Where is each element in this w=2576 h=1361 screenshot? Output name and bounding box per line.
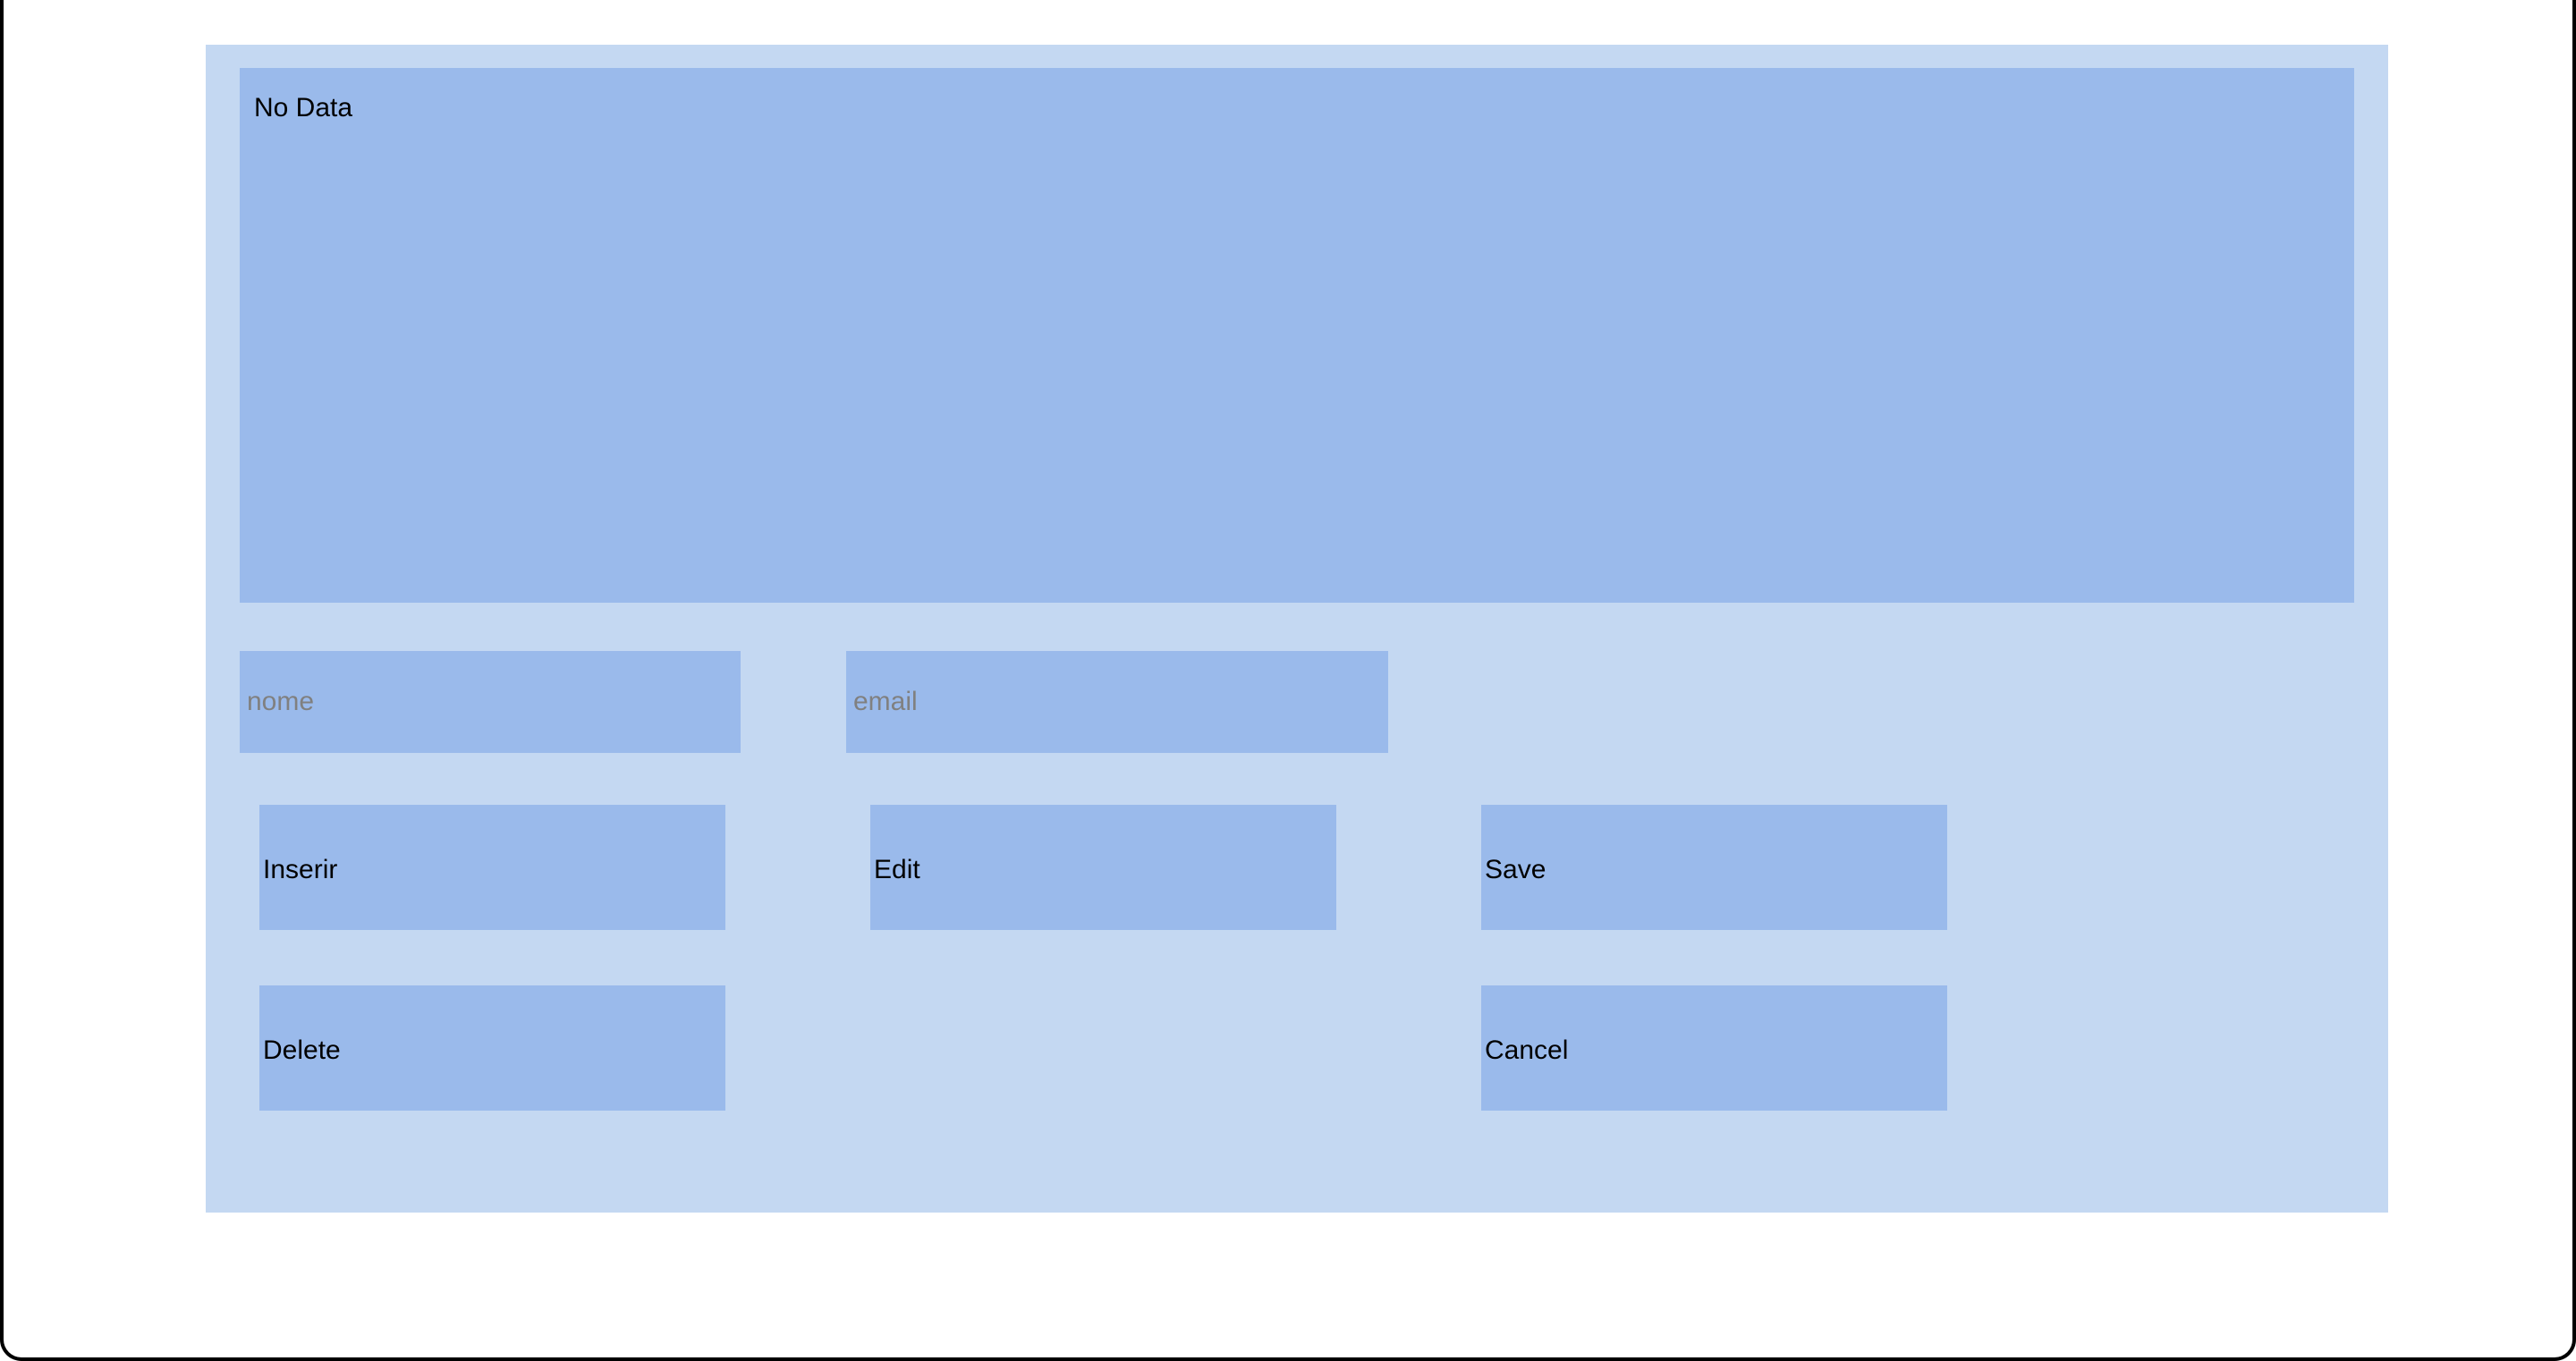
no-data-message: No Data — [254, 93, 352, 123]
buttons-grid: Inserir Edit Save Delete Cancel — [240, 805, 2354, 1111]
window-frame: No Data Inserir Edit Save Delete Cancel — [0, 0, 2576, 1361]
window-content: No Data Inserir Edit Save Delete Cancel — [4, 0, 2572, 1357]
cancel-button[interactable]: Cancel — [1481, 985, 1947, 1111]
data-display-panel: No Data — [240, 68, 2354, 603]
edit-button[interactable]: Edit — [870, 805, 1336, 930]
delete-button[interactable]: Delete — [259, 985, 725, 1111]
email-input[interactable] — [846, 651, 1388, 753]
save-button[interactable]: Save — [1481, 805, 1947, 930]
name-input[interactable] — [240, 651, 741, 753]
inputs-row — [240, 651, 2354, 753]
main-container: No Data Inserir Edit Save Delete Cancel — [206, 45, 2388, 1213]
insert-button[interactable]: Inserir — [259, 805, 725, 930]
